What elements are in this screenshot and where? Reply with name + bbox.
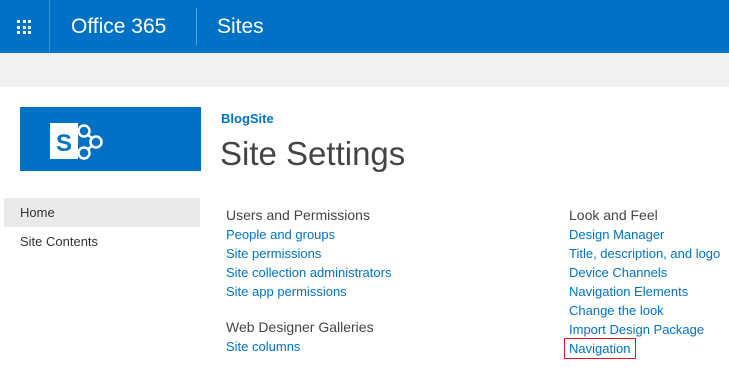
suite-bar: Office 365 Sites xyxy=(0,0,729,53)
site-breadcrumb-link[interactable]: BlogSite xyxy=(221,111,274,126)
sharepoint-logo-icon: S xyxy=(50,123,103,160)
web-designer-galleries-heading: Web Designer Galleries xyxy=(226,319,374,335)
site-permissions-link[interactable]: Site permissions xyxy=(226,244,546,263)
navigation-link-wrapper: Navigation xyxy=(564,338,636,359)
app-launcher-button[interactable] xyxy=(0,0,50,53)
quick-launch-item-home[interactable]: Home xyxy=(4,198,200,227)
site-columns-link[interactable]: Site columns xyxy=(226,337,546,356)
design-manager-link[interactable]: Design Manager xyxy=(569,225,729,244)
svg-text:S: S xyxy=(56,130,72,157)
users-and-permissions-group: Users and Permissions People and groups … xyxy=(226,206,546,301)
settings-column-left: Users and Permissions People and groups … xyxy=(226,206,546,356)
look-and-feel-heading: Look and Feel xyxy=(569,207,658,223)
change-the-look-link[interactable]: Change the look xyxy=(569,301,729,320)
site-logo[interactable]: S xyxy=(20,107,201,171)
suite-bar-divider xyxy=(196,8,197,45)
settings-column-right: Look and Feel Design Manager Title, desc… xyxy=(564,206,729,359)
navigation-link[interactable]: Navigation xyxy=(569,339,630,358)
sites-app-link[interactable]: Sites xyxy=(217,14,264,40)
import-design-package-link[interactable]: Import Design Package xyxy=(569,320,729,339)
title-description-logo-link[interactable]: Title, description, and logo xyxy=(569,244,729,263)
ribbon-bar xyxy=(0,53,729,87)
look-and-feel-group: Look and Feel Design Manager Title, desc… xyxy=(564,206,729,359)
web-designer-galleries-group: Web Designer Galleries Site columns xyxy=(226,318,546,356)
device-channels-link[interactable]: Device Channels xyxy=(569,263,729,282)
office365-brand-link[interactable]: Office 365 xyxy=(71,14,166,40)
site-collection-administrators-link[interactable]: Site collection administrators xyxy=(226,263,546,282)
navigation-elements-link[interactable]: Navigation Elements xyxy=(569,282,729,301)
site-app-permissions-link[interactable]: Site app permissions xyxy=(226,282,546,301)
page-title: Site Settings xyxy=(220,135,406,172)
app-launcher-icon xyxy=(17,20,31,34)
users-and-permissions-heading: Users and Permissions xyxy=(226,207,370,223)
quick-launch: Home Site Contents xyxy=(4,198,200,256)
quick-launch-item-site-contents[interactable]: Site Contents xyxy=(4,227,200,256)
people-and-groups-link[interactable]: People and groups xyxy=(226,225,546,244)
